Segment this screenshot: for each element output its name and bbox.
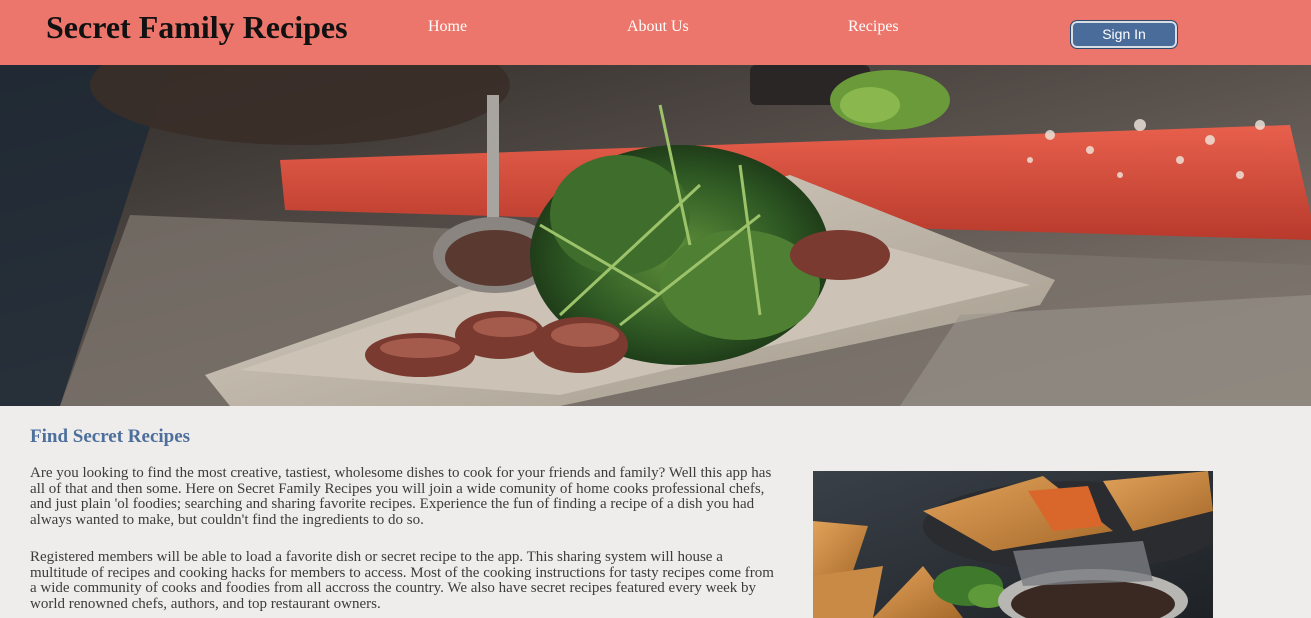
nav-about-link[interactable]: About Us: [627, 18, 689, 36]
sign-in-button[interactable]: Sign In: [1070, 20, 1178, 49]
site-header: Secret Family Recipes Home About Us Reci…: [0, 0, 1311, 65]
intro-paragraph: Are you looking to find the most creativ…: [30, 465, 772, 528]
samosa-food-image: [813, 471, 1213, 618]
nav-home-link[interactable]: Home: [428, 18, 467, 36]
samosa-illustration: [813, 471, 1213, 618]
nav-recipes-link[interactable]: Recipes: [848, 18, 899, 36]
find-recipes-heading: Find Secret Recipes: [30, 426, 191, 447]
hero-illustration: [0, 65, 1311, 406]
site-logo-title[interactable]: Secret Family Recipes: [46, 9, 348, 46]
members-paragraph: Registered members will be able to load …: [30, 549, 774, 612]
hero-food-image: [0, 65, 1311, 406]
